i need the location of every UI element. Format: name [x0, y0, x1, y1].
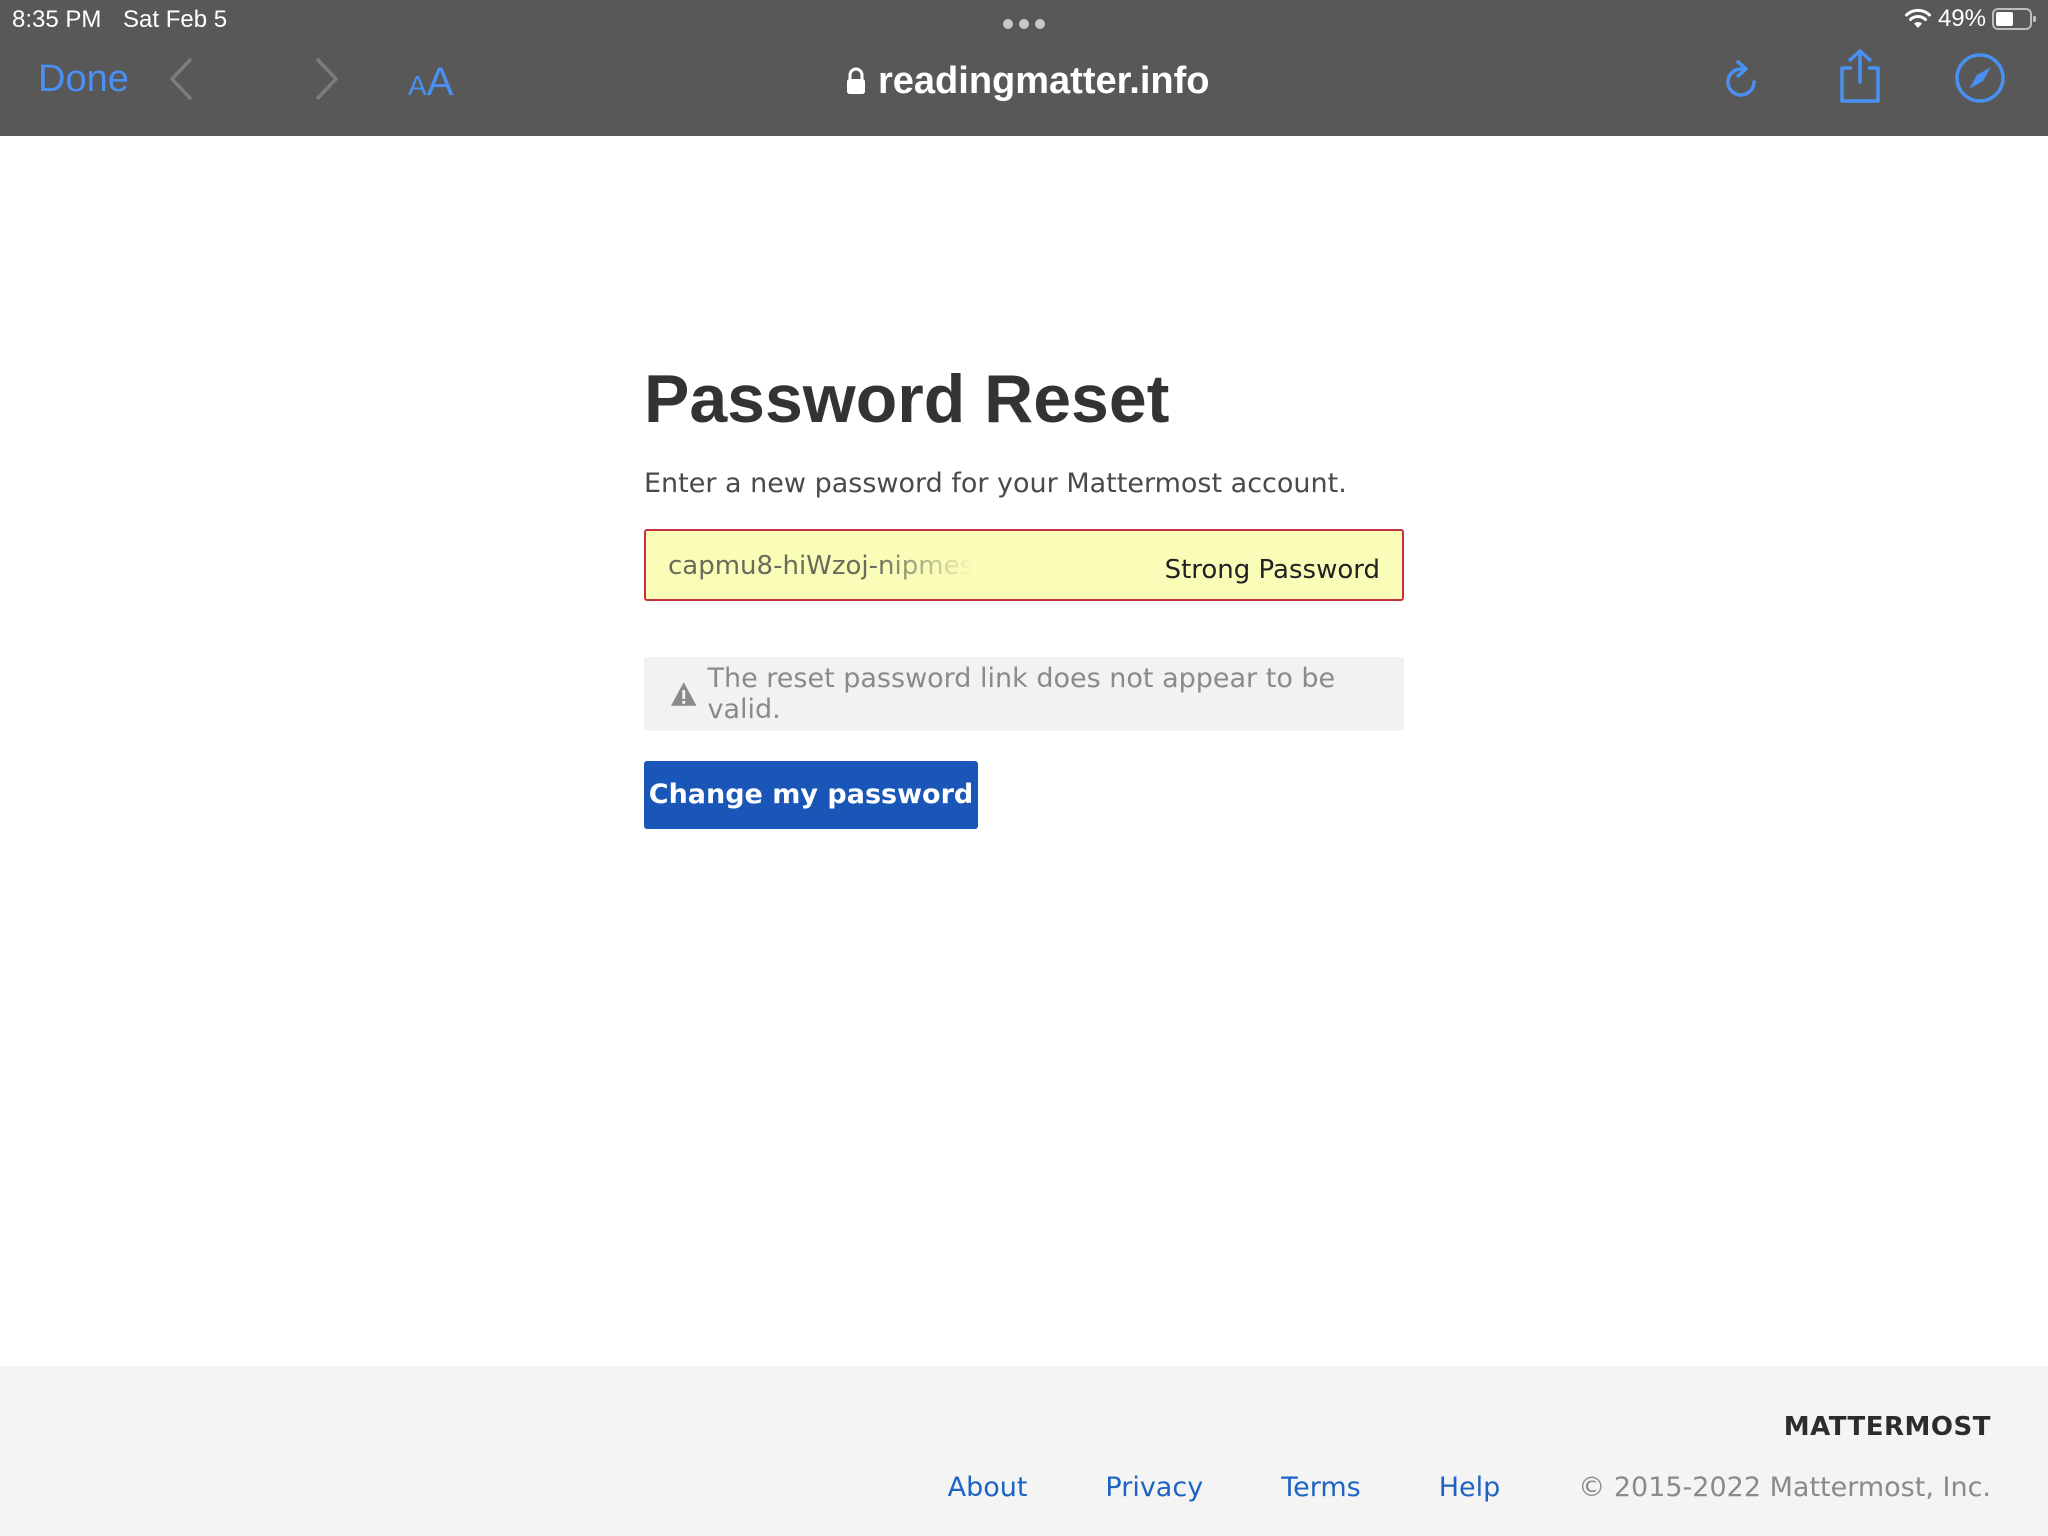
url-text: readingmatter.info: [878, 59, 1210, 102]
multitasking-dots-icon[interactable]: [1003, 19, 1045, 29]
footer-link-help[interactable]: Help: [1439, 1472, 1501, 1503]
warning-icon: [670, 682, 697, 706]
page-description: Enter a new password for your Mattermost…: [644, 468, 1347, 499]
footer-link-privacy[interactable]: Privacy: [1105, 1472, 1203, 1503]
done-button[interactable]: Done: [38, 58, 129, 101]
status-date: Sat Feb 5: [123, 6, 228, 33]
battery-percent: 49%: [1937, 5, 1986, 32]
wifi-icon: [1904, 8, 1931, 28]
share-icon[interactable]: [1836, 48, 1884, 104]
password-value: capmu8-hiWzoj-nipmes: [668, 551, 974, 581]
footer: MATTERMOST About Privacy Terms Help © 20…: [0, 1366, 2048, 1536]
back-chevron-icon[interactable]: [166, 56, 196, 102]
footer-link-terms[interactable]: Terms: [1281, 1472, 1361, 1503]
text-size-small-glyph: A: [408, 70, 427, 101]
password-reset-panel: Password Reset Enter a new password for …: [644, 360, 1404, 829]
footer-links: About Privacy Terms Help © 2015-2022 Mat…: [948, 1472, 1991, 1503]
browser-toolbar: 8:35 PM Sat Feb 5 49% Done AA readingmat…: [0, 0, 2048, 136]
compass-icon[interactable]: [1954, 52, 2006, 104]
battery-icon: [1992, 8, 2036, 30]
status-right: 49%: [1904, 4, 2038, 34]
footer-copyright: © 2015-2022 Mattermost, Inc.: [1578, 1472, 1991, 1503]
footer-link-about[interactable]: About: [948, 1472, 1028, 1503]
address-bar[interactable]: readingmatter.info: [846, 56, 1210, 106]
page-title: Password Reset: [644, 361, 1170, 437]
footer-brand: MATTERMOST: [1783, 1412, 1991, 1442]
lock-icon: [847, 67, 865, 94]
text-size-big-glyph: A: [426, 60, 454, 104]
strong-password-label[interactable]: Strong Password: [1165, 555, 1380, 585]
forward-chevron-icon[interactable]: [312, 56, 342, 102]
alert-text: The reset password link does not appear …: [707, 663, 1336, 725]
text-size-button[interactable]: AA: [408, 60, 453, 105]
change-password-button[interactable]: Change my password: [644, 761, 978, 829]
reload-icon[interactable]: [1720, 58, 1764, 104]
error-alert: The reset password link does not appear …: [644, 657, 1404, 731]
new-password-field[interactable]: capmu8-hiWzoj-nipmes Strong Password: [644, 529, 1404, 601]
status-time: 8:35 PM: [12, 6, 102, 33]
